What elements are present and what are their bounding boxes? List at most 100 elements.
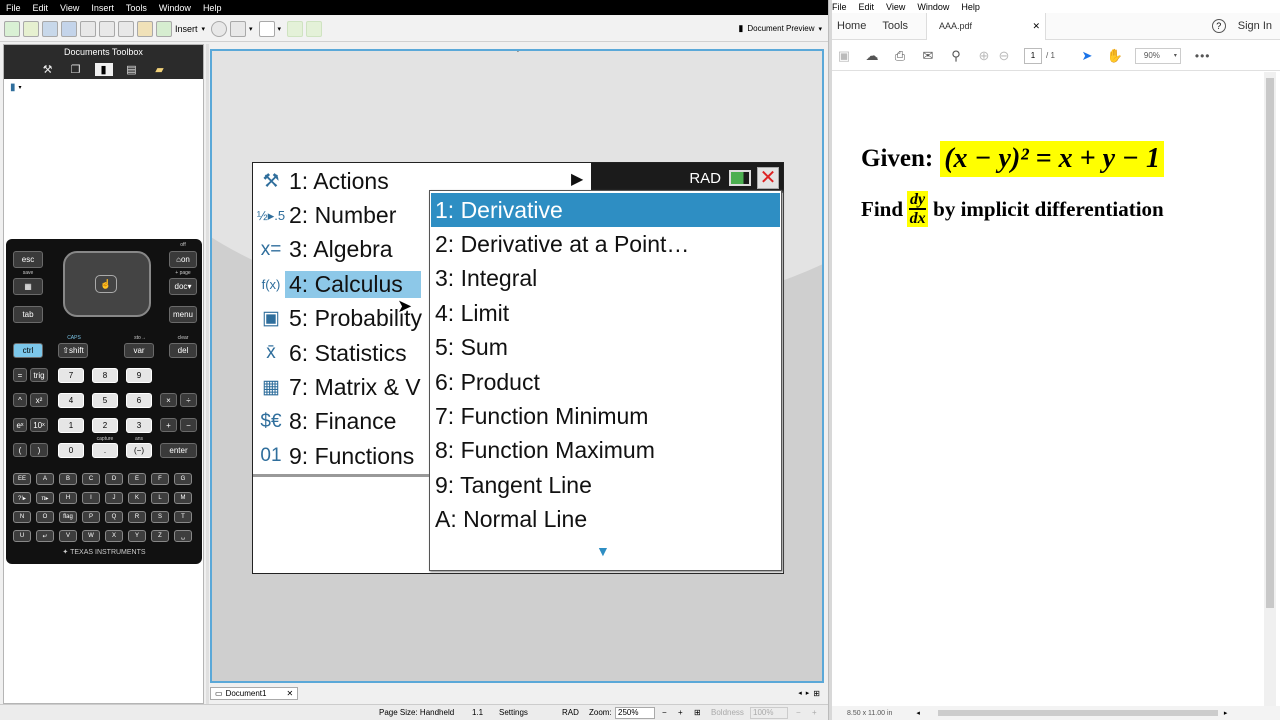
horizontal-scrollbar[interactable] <box>937 710 1218 716</box>
menu-help[interactable]: Help <box>203 3 222 13</box>
handheld-selector[interactable]: ▮ ▾ <box>4 79 203 95</box>
submenu-item-tangent-line[interactable]: 9: Tangent Line <box>431 468 780 502</box>
print-icon[interactable]: ⎙ <box>892 48 908 64</box>
touchpad[interactable]: ☝ <box>63 251 151 317</box>
undo-icon[interactable] <box>61 20 77 37</box>
shift-key[interactable]: ⇧ shift <box>58 343 88 358</box>
scroll-right-icon[interactable]: ▸ <box>1224 709 1228 717</box>
letter-key[interactable]: A <box>36 473 54 485</box>
letter-key[interactable]: M <box>174 492 192 504</box>
zoom-dropdown[interactable]: 90% ▾ <box>1134 47 1181 64</box>
close-tab-icon[interactable]: ✕ <box>286 689 293 698</box>
tab-file[interactable]: AAA.pdf ✕ <box>926 12 1047 40</box>
sign-in-link[interactable]: Sign In <box>1238 20 1272 32</box>
letter-key[interactable]: X <box>105 530 123 542</box>
help-icon[interactable]: ? <box>1211 19 1226 33</box>
trig-key[interactable]: trig <box>30 368 48 382</box>
exp-key[interactable]: eˣ <box>13 418 27 432</box>
zoom-out-icon[interactable]: − <box>662 708 667 717</box>
divide-key[interactable]: ÷ <box>180 393 197 407</box>
var-key[interactable]: var <box>124 343 154 358</box>
letter-key[interactable]: ?!▸ <box>13 492 31 504</box>
insert-page-icon[interactable] <box>156 20 172 37</box>
plus-key[interactable]: + <box>160 418 177 432</box>
boldness-decrease-icon[interactable]: − <box>796 708 801 717</box>
pdf-vertical-scrollbar[interactable] <box>1264 72 1276 706</box>
letter-key[interactable]: B <box>59 473 77 485</box>
zoom-select[interactable]: 250% <box>615 706 655 719</box>
key-3[interactable]: 3 <box>126 418 152 433</box>
letter-key[interactable]: flag <box>59 511 77 523</box>
tab-tools[interactable]: Tools <box>882 20 908 32</box>
letter-key[interactable]: L <box>151 492 169 504</box>
key-5[interactable]: 5 <box>92 393 118 408</box>
letter-key[interactable]: P <box>82 511 100 523</box>
ctrl-key[interactable]: ctrl <box>13 343 43 358</box>
insert-button[interactable]: Insert <box>175 24 198 34</box>
key-9[interactable]: 9 <box>126 368 152 383</box>
key-6[interactable]: 6 <box>126 393 152 408</box>
email-icon[interactable]: ✉ <box>920 48 936 64</box>
on-key[interactable]: ⌂ on <box>169 251 197 268</box>
tab-scroll-right-icon[interactable]: ▸ <box>806 689 810 697</box>
submenu-item-sum[interactable]: 5: Sum <box>431 331 780 365</box>
letter-key[interactable]: N <box>13 511 31 523</box>
square-key[interactable]: x² <box>30 393 48 407</box>
page-up-icon[interactable]: ⊕ <box>976 48 992 64</box>
chevron-down-icon[interactable]: ▾ <box>19 84 22 91</box>
submenu-item-limit[interactable]: 4: Limit <box>431 296 780 330</box>
letter-key[interactable]: I <box>82 492 100 504</box>
scroll-left-icon[interactable]: ◂ <box>916 709 920 717</box>
cut-icon[interactable] <box>99 20 115 37</box>
letter-key[interactable]: R <box>128 511 146 523</box>
enter-key[interactable]: enter <box>160 443 197 458</box>
submenu-item-integral[interactable]: 3: Integral <box>431 262 780 296</box>
paste-icon[interactable] <box>137 20 153 37</box>
upload-icon[interactable]: ☁ <box>864 48 880 64</box>
letter-key[interactable]: O <box>36 511 54 523</box>
calculator-tab-icon[interactable]: ▮ <box>94 62 113 76</box>
key-negative[interactable]: (−) <box>126 443 152 458</box>
submenu-item-normal-line[interactable]: A: Normal Line <box>431 503 780 537</box>
multiply-key[interactable]: × <box>160 393 177 407</box>
letter-key[interactable]: D <box>105 473 123 485</box>
caret-key[interactable]: ^ <box>13 393 27 407</box>
search-icon[interactable]: ⚲ <box>948 48 964 64</box>
more-tools-icon[interactable]: ••• <box>1195 49 1211 63</box>
letter-key[interactable]: H <box>59 492 77 504</box>
touchpad-center[interactable]: ☝ <box>95 275 117 293</box>
scratchpad-key[interactable]: ▦ <box>13 278 43 295</box>
letter-key[interactable]: W <box>82 530 100 542</box>
close-icon[interactable]: ✕ <box>757 167 779 189</box>
forward-arrow-icon[interactable] <box>306 20 323 37</box>
open-icon[interactable] <box>23 20 39 37</box>
chevron-down-icon[interactable]: ▾ <box>818 25 822 33</box>
rparen-key[interactable]: ) <box>30 443 48 457</box>
save-icon[interactable]: ▣ <box>836 48 852 64</box>
minus-key[interactable]: − <box>180 418 197 432</box>
letter-key[interactable]: K <box>128 492 146 504</box>
page-number-input[interactable]: 1 <box>1024 47 1042 64</box>
letter-key[interactable]: π▸ <box>36 492 54 504</box>
menu-window[interactable]: Window <box>159 3 191 13</box>
key-dot[interactable]: . <box>92 443 118 458</box>
collapse-arrow-icon[interactable]: ▼ <box>514 51 522 54</box>
screenshot-icon[interactable] <box>230 20 247 37</box>
key-1[interactable]: 1 <box>58 418 84 433</box>
letter-key[interactable]: E <box>128 473 146 485</box>
letter-key[interactable]: Q <box>105 511 123 523</box>
submenu-item-function-maximum[interactable]: 8: Function Maximum <box>431 434 780 468</box>
letter-key[interactable]: V <box>59 530 77 542</box>
letter-key[interactable]: ↵ <box>36 530 54 542</box>
chevron-down-icon[interactable]: ▾ <box>249 25 253 33</box>
zoom-in-icon[interactable]: + <box>678 708 683 717</box>
redo-icon[interactable] <box>80 20 96 37</box>
tab-key[interactable]: tab <box>13 306 43 323</box>
letter-key[interactable]: U <box>13 530 31 542</box>
back-arrow-icon[interactable] <box>287 20 304 37</box>
submenu-item-function-minimum[interactable]: 7: Function Minimum <box>431 399 780 433</box>
pdf-menu-window[interactable]: Window <box>917 2 949 12</box>
scroll-thumb[interactable] <box>1266 78 1274 608</box>
letter-key[interactable]: ␣ <box>174 530 192 542</box>
ten-power-key[interactable]: 10ˣ <box>30 418 48 432</box>
